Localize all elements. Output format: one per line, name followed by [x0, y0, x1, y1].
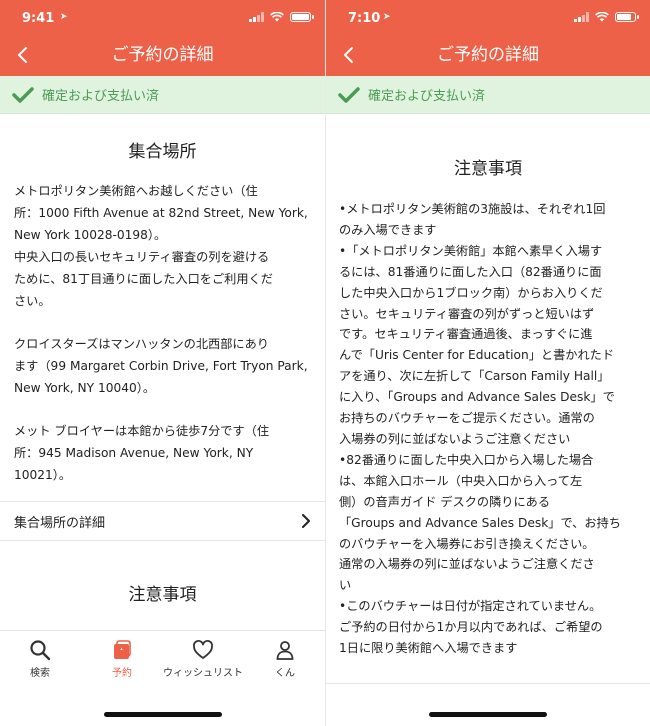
text-line: クロイスターズはマンハッタンの北西部にあり [14, 337, 269, 351]
left-screen: 9:41 ➤ ご予約の詳細 確定および支払い済 集合場所 メトロポリタン美術館へお… [0, 0, 325, 726]
tab-account[interactable]: くん [245, 639, 325, 679]
battery-icon [290, 12, 314, 22]
text-line: アを通り、次に左折して「Carson Family Hall」 [339, 369, 610, 384]
text-line: に入り、「Groups and Advance Sales Desk」で [339, 390, 615, 405]
divider [326, 683, 650, 684]
text-line: した中央入口から1ブロック南）からお入りくだ [339, 285, 603, 300]
text-line: 1日に限り美術館へ入場できます [339, 641, 518, 656]
tab-wishlist-label: ウィッシュリスト [163, 668, 243, 679]
meeting-paragraph-met: メトロポリタン美術館へお越しください（住 所：1000 Fifth Avenue… [0, 180, 325, 312]
tab-wishlist[interactable]: ウィッシュリスト [163, 639, 243, 679]
text-line: のみ入場できます [339, 222, 437, 237]
status-banner: 確定および支払い済 [0, 76, 325, 114]
right-screen: 7:10 ➤ ご予約の詳細 確定および支払い済 注意事項 •メトロポリタン美術館の… [326, 0, 650, 726]
notes-title: 注意事項 [454, 159, 522, 179]
status-banner-text: 確定および支払い済 [42, 89, 160, 104]
tab-booking-label: 予約 [112, 668, 132, 679]
text-line: 側）の音声ガイド デスクの隣りにある [339, 494, 551, 509]
text-line: 通常の入場券の列に並ばないようご注意くださ [339, 557, 595, 572]
text-line: •メトロポリタン美術館の3施設は、それぞれ1回 [339, 202, 606, 216]
text-line: るには、81番通りに面した入口（82番通りに面 [339, 264, 602, 279]
tab-search[interactable]: 検索 [0, 639, 80, 679]
wifi-icon [595, 12, 609, 22]
home-indicator[interactable] [103, 712, 222, 717]
status-icons [574, 12, 639, 22]
battery-icon [615, 12, 639, 22]
signal-icon [574, 12, 589, 22]
meeting-paragraph-breuer: メット ブロイヤーは本館から徒歩7分です（住 所：945 Madison Ave… [0, 420, 325, 486]
chevron-right-icon [302, 514, 310, 528]
status-banner: 確定および支払い済 [326, 76, 650, 114]
ticket-icon [114, 640, 131, 659]
page-title: ご予約の詳細 [111, 45, 214, 65]
text-line: さい。セキュリティ審査の列がずっと短いはず [339, 306, 595, 321]
meeting-point-detail-label: 集合場所の詳細 [14, 515, 106, 531]
text-line: •82番通りに面した中央入口から入場した場合 [339, 452, 594, 467]
text-line: い [339, 578, 352, 593]
meeting-point-detail-link[interactable]: 集合場所の詳細 [0, 501, 325, 541]
text-line: 所：945 Madison Avenue, New York, NY [14, 446, 254, 460]
signal-icon [249, 12, 264, 22]
location-arrow-icon: ➤ [60, 12, 68, 22]
meeting-point-title: 集合場所 [128, 142, 197, 162]
notes-title: 注意事項 [128, 585, 197, 605]
status-banner-text: 確定および支払い済 [368, 89, 486, 104]
meeting-paragraph-cloisters: クロイスターズはマンハッタンの北西部にあり ます（99 Margaret Cor… [0, 333, 325, 399]
location-arrow-icon: ➤ [383, 12, 391, 22]
text-line: のバウチャーを入場券にお引き換えください。 [339, 536, 595, 551]
text-line: 10021）。 [14, 468, 72, 482]
text-line: です。セキュリティ審査通過後、まっすぐに進 [339, 327, 593, 342]
nav-bar: ご予約の詳細 [326, 34, 650, 76]
status-icons [249, 12, 314, 22]
notes-body: •メトロポリタン美術館の3施設は、それぞれ1回 のみ入場できます •「メトロポリ… [326, 199, 650, 659]
tab-account-label: くん [275, 668, 295, 679]
status-bar: 7:10 ➤ [326, 0, 650, 34]
check-icon [12, 86, 34, 103]
back-chevron-icon[interactable] [14, 45, 34, 65]
text-line: 所：1000 Fifth Avenue at 82nd Street, New … [14, 206, 308, 220]
tab-booking[interactable]: 予約 [82, 639, 162, 679]
text-line: New York, NY 10040）。 [14, 381, 156, 395]
status-bar: 9:41 ➤ [0, 0, 325, 34]
heart-icon [193, 640, 213, 659]
page-title: ご予約の詳細 [437, 45, 539, 65]
wifi-icon [270, 12, 284, 22]
text-line: は、本館入口ホール（中央入口から入って左 [339, 473, 583, 488]
back-chevron-icon[interactable] [340, 45, 360, 65]
text-line: •「メトロポリタン美術館」本館へ素早く入場す [339, 243, 603, 258]
text-line: 「Groups and Advance Sales Desk」で、お持ち [339, 515, 621, 530]
tab-search-label: 検索 [30, 668, 50, 679]
text-line: •このバウチャーは日付が指定されていません。 [339, 599, 602, 614]
text-line: メット ブロイヤーは本館から徒歩7分です（住 [14, 424, 270, 438]
text-line: ために、81丁目通りに面した入口をご利用くだ [14, 272, 273, 286]
text-line: さい。 [14, 294, 51, 308]
text-line: 中央入口の長いセキュリティ審査の列を避ける [14, 250, 270, 264]
text-line: お持ちのバウチャーをご提示ください。通常の [339, 411, 595, 426]
text-line: 入場券の列に並ばないようご注意ください [339, 431, 571, 446]
meeting-point-body: メトロポリタン美術館へお越しください（住 所：1000 Fifth Avenue… [0, 180, 325, 486]
check-icon [338, 86, 360, 103]
nav-bar: ご予約の詳細 [0, 34, 325, 76]
search-icon [30, 640, 51, 661]
text-line: メトロポリタン美術館へお越しください（住 [14, 184, 258, 198]
person-icon [276, 641, 294, 660]
status-time: 7:10 [348, 11, 381, 26]
home-indicator[interactable] [429, 712, 547, 717]
text-line: ご予約の日付から1か月以内であれば、ご希望の [339, 620, 603, 635]
text-line: ます（99 Margaret Corbin Drive, Fort Tryon … [14, 359, 308, 373]
text-line: New York 10028-0198）。 [14, 228, 167, 242]
text-line: んで「Uris Center for Education」と書かれたド [339, 348, 615, 363]
status-time: 9:41 [22, 11, 55, 26]
tab-bar: 検索 予約 ウィッシュリスト くん [0, 630, 325, 726]
